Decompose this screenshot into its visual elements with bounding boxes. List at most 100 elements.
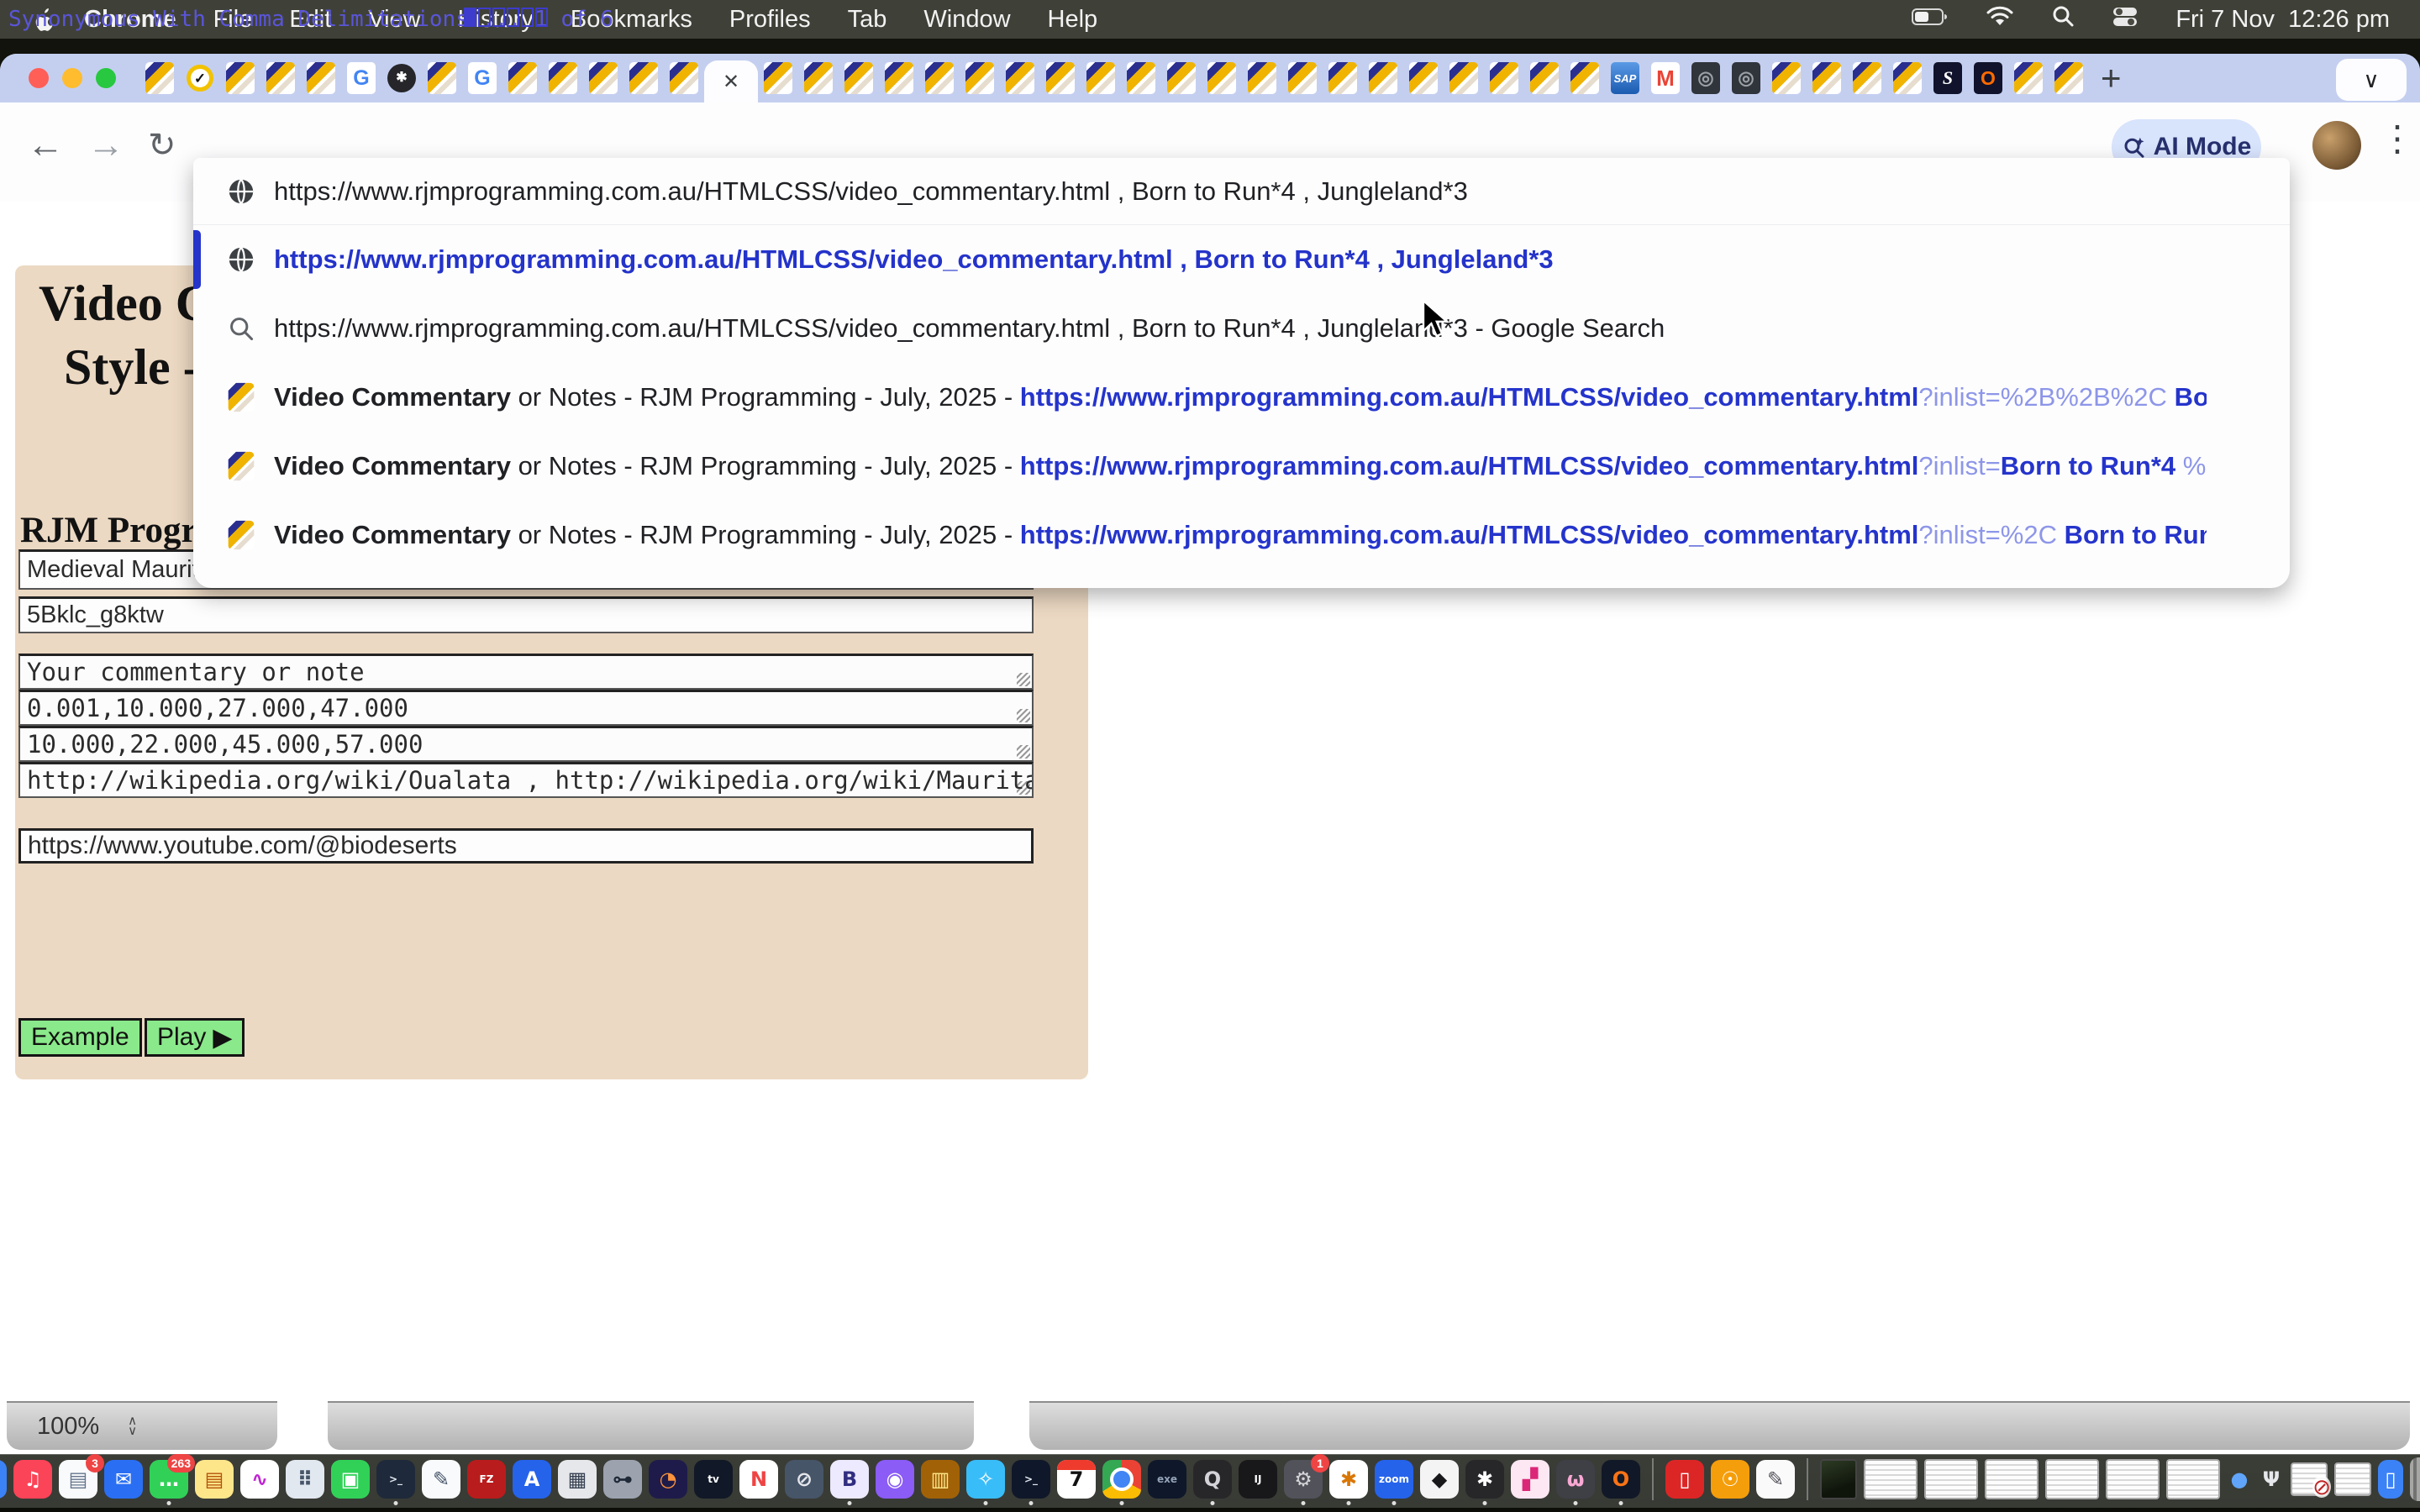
tab-pencil[interactable]	[583, 54, 623, 102]
tab-pencil[interactable]	[758, 54, 798, 102]
minimized-window-3[interactable]	[1985, 1459, 2039, 1499]
youtube-channel-input[interactable]	[18, 828, 1034, 864]
tab-sap[interactable]: SAP	[1605, 54, 1645, 102]
zoom-stepper[interactable]: ∧ ∨	[128, 1416, 137, 1436]
dock-code-icon[interactable]: exe	[1148, 1460, 1186, 1499]
dock-facetime-icon[interactable]: ▣	[331, 1460, 370, 1499]
minimized-window-6[interactable]	[2166, 1459, 2220, 1499]
tab-pencil[interactable]	[2008, 54, 2049, 102]
dock-mail-icon[interactable]: ✉	[104, 1460, 143, 1499]
browser-menu-icon[interactable]: ⋮	[2380, 118, 2415, 159]
dock-archive-icon[interactable]: ▥	[921, 1460, 960, 1499]
dock-terminal-2-icon[interactable]: >_	[1012, 1460, 1050, 1499]
tab-pencil[interactable]	[1887, 54, 1928, 102]
minimize-window-button[interactable]	[62, 68, 82, 88]
tab-pencil[interactable]	[543, 54, 583, 102]
tab-pencil[interactable]	[139, 54, 180, 102]
commentary-textarea[interactable]: Your commentary or note	[18, 654, 1034, 690]
tab-pencil[interactable]	[422, 54, 462, 102]
tab-pencil[interactable]	[623, 54, 664, 102]
dock-palette-icon[interactable]: ✱	[1329, 1460, 1368, 1499]
tab-check[interactable]: ✓	[180, 54, 220, 102]
tab-pencil[interactable]	[960, 54, 1000, 102]
dock-finder-icon[interactable]: ☺	[0, 1460, 7, 1499]
minimized-photo-window[interactable]	[2291, 1462, 2328, 1496]
new-tab-button[interactable]: +	[2101, 58, 2122, 98]
omnibox-suggestion-row[interactable]: Video Commentary or Notes - RJM Programm…	[193, 363, 2290, 432]
dock-lamp-icon[interactable]: ☉	[1711, 1460, 1749, 1499]
tab-pencil[interactable]	[1484, 54, 1524, 102]
wifi-icon[interactable]	[1986, 5, 2014, 34]
tab-chromium[interactable]: ◎	[1726, 54, 1766, 102]
tab-chromium[interactable]: ◎	[1686, 54, 1726, 102]
minimized-window-4[interactable]	[2045, 1459, 2099, 1499]
tab-pencil[interactable]	[798, 54, 839, 102]
omnibox-suggestion-row[interactable]: Video Commentary or Notes - RJM Programm…	[193, 501, 2290, 570]
tab-pencil[interactable]	[1363, 54, 1403, 102]
menu-item-tab[interactable]: Tab	[848, 6, 887, 33]
tab-pencil[interactable]	[2049, 54, 2089, 102]
tab-pencil[interactable]	[1565, 54, 1605, 102]
tab-pencil[interactable]	[220, 54, 260, 102]
fullscreen-window-button[interactable]	[96, 68, 116, 88]
dock-reminders-icon[interactable]: ▤3	[59, 1460, 97, 1499]
minimized-window-1[interactable]	[1864, 1459, 1918, 1499]
example-button[interactable]: Example	[18, 1018, 142, 1057]
tab-google[interactable]: G	[462, 54, 502, 102]
trash-icon[interactable]	[2410, 1457, 2420, 1501]
tab-pencil[interactable]	[1121, 54, 1161, 102]
tab-dark-mark[interactable]: ✱	[381, 54, 422, 102]
tab-pencil[interactable]	[1403, 54, 1444, 102]
dock-zoom-icon[interactable]: zoom	[1375, 1460, 1413, 1499]
control-center-icon[interactable]	[2112, 6, 2139, 34]
links-textarea[interactable]: http://wikipedia.org/wiki/Oualata , http…	[18, 762, 1034, 798]
menu-bar-clock[interactable]: Fri 7 Nov 12:26 pm	[2175, 6, 2390, 34]
tab-pencil[interactable]	[1444, 54, 1484, 102]
dock-terminal-icon[interactable]: >_	[376, 1460, 415, 1499]
tab-pencil[interactable]	[839, 54, 879, 102]
omnibox-suggestion-row[interactable]: https://www.rjmprogramming.com.au/HTMLCS…	[193, 294, 2290, 363]
dock-tooth-icon[interactable]: ✱	[1465, 1460, 1504, 1499]
start-times-textarea[interactable]: 0.001,10.000,27.000,47.000	[18, 690, 1034, 726]
omnibox-suggestion-row[interactable]: https://www.rjmprogramming.com.au/HTMLCS…	[193, 225, 2290, 294]
omnibox-url-row[interactable]: https://www.rjmprogramming.com.au/HTMLCS…	[193, 158, 2290, 225]
dock-cards-icon[interactable]: ▯	[1665, 1460, 1704, 1499]
tab-pencil[interactable]	[502, 54, 543, 102]
tab-pencil[interactable]	[1000, 54, 1040, 102]
tab-search-chevron-icon[interactable]: ∨	[2336, 59, 2407, 101]
menu-item-window[interactable]: Window	[923, 6, 1010, 33]
tab-pencil[interactable]	[301, 54, 341, 102]
tab-pencil[interactable]	[1766, 54, 1807, 102]
dock-podcasts-icon[interactable]: ◉	[876, 1460, 914, 1499]
dock-intellij-icon[interactable]: IJ	[1239, 1460, 1277, 1499]
back-icon[interactable]: ←	[27, 124, 64, 166]
tab-pencil[interactable]	[1081, 54, 1121, 102]
tab-pencil[interactable]	[1202, 54, 1242, 102]
dock-music-icon[interactable]: ♫	[13, 1460, 52, 1499]
forward-icon[interactable]: →	[87, 124, 124, 166]
active-tab[interactable]: ✕	[704, 60, 758, 102]
dock-grapher-icon[interactable]: ∿	[240, 1460, 279, 1499]
omnibox-suggestion-row[interactable]: Video Commentary or Notes - RJM Programm…	[193, 432, 2290, 501]
dock-prohibited-icon[interactable]: ⊘	[785, 1460, 823, 1499]
tab-pencil[interactable]	[1282, 54, 1323, 102]
dock-photos-icon[interactable]: ▞	[1511, 1460, 1549, 1499]
minimized-video-window[interactable]	[1820, 1459, 1857, 1499]
dock-firefox-icon[interactable]: ◔	[649, 1460, 687, 1499]
dock-blue-device-icon[interactable]: ▯	[2378, 1460, 2403, 1499]
omnibox-url-input[interactable]: https://www.rjmprogramming.com.au/HTMLCS…	[274, 176, 1468, 207]
video-code-input[interactable]	[18, 596, 1034, 633]
dock-bbedit-icon[interactable]: B	[830, 1460, 869, 1499]
dock-key-icon[interactable]: ⊶	[603, 1460, 642, 1499]
tab-pencil[interactable]	[919, 54, 960, 102]
minimized-window-2[interactable]	[1924, 1459, 1978, 1499]
dock-blue-dot-icon[interactable]: ●	[2227, 1460, 2252, 1499]
dock-launchpad-icon[interactable]: ⠿	[286, 1460, 324, 1499]
tab-pencil[interactable]	[1807, 54, 1847, 102]
tab-pencil[interactable]	[1242, 54, 1282, 102]
play-button[interactable]: Play ▶	[145, 1018, 245, 1057]
tab-pencil[interactable]	[1161, 54, 1202, 102]
dock-filezilla-icon[interactable]: FZ	[467, 1460, 506, 1499]
tab-stripe[interactable]: S	[1928, 54, 1968, 102]
tab-pencil[interactable]	[1847, 54, 1887, 102]
